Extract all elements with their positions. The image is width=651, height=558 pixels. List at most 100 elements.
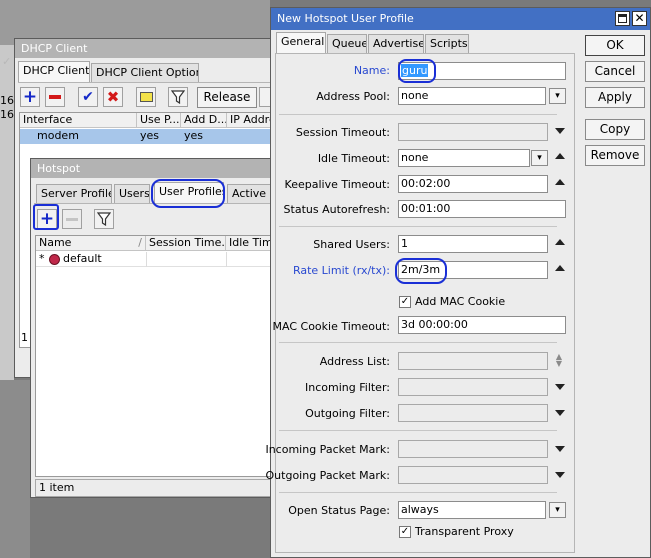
close-icon: ✕ <box>634 11 645 25</box>
check-icon: ✔ <box>82 89 94 105</box>
incoming-filter-expand-icon[interactable] <box>555 384 565 390</box>
cancel-button[interactable]: Cancel <box>585 61 645 82</box>
column-header-session-timeout[interactable]: Session Time... <box>146 236 226 251</box>
separator <box>279 492 557 493</box>
tab-divider <box>18 82 276 83</box>
column-header-interface[interactable]: Interface <box>20 113 137 128</box>
dropdown-icon: ▾ <box>537 153 542 163</box>
incoming-packet-mark-expand-icon[interactable] <box>555 446 565 452</box>
status-autorefresh-label: Status Autorefresh: <box>283 203 390 216</box>
session-timeout-field[interactable] <box>398 123 548 141</box>
annotation-circle-user-profiles <box>151 179 225 208</box>
address-list-spinner-icon[interactable]: ▲ ▼ <box>553 353 565 369</box>
minus-icon <box>49 95 61 99</box>
address-list-field[interactable] <box>398 352 548 370</box>
dhcp-footer-count: 1 <box>21 331 28 344</box>
column-header-name[interactable]: Name / <box>36 236 146 251</box>
address-pool-label: Address Pool: <box>316 90 390 103</box>
disable-button[interactable]: ✖ <box>103 87 123 107</box>
filter-icon <box>97 212 111 226</box>
tab-advertise[interactable]: Advertise <box>368 34 424 53</box>
sort-icon: / <box>138 236 142 249</box>
tab-users[interactable]: Users <box>114 184 150 203</box>
tab-queue[interactable]: Queue <box>327 34 367 53</box>
user-profiles-table: Name/ Session Time... Idle Time * defaul… <box>35 235 271 477</box>
shared-users-collapse-icon[interactable] <box>555 239 565 245</box>
outgoing-packet-mark-expand-icon[interactable] <box>555 472 565 478</box>
table-row[interactable]: * default <box>36 252 270 267</box>
enable-button[interactable]: ✔ <box>78 87 98 107</box>
profile-icon <box>49 254 60 265</box>
copy-button[interactable]: Copy <box>585 119 645 140</box>
filter-button[interactable] <box>168 87 188 107</box>
open-status-page-label: Open Status Page: <box>288 504 390 517</box>
name-label: Name: <box>353 64 390 77</box>
hotspot-titlebar[interactable]: Hotspot <box>31 159 271 178</box>
dhcp-client-titlebar[interactable]: DHCP Client <box>15 39 278 58</box>
tab-active[interactable]: Active <box>227 184 271 203</box>
remove-profile-button[interactable] <box>62 209 82 229</box>
apply-button[interactable]: Apply <box>585 87 645 108</box>
plus-icon: + <box>22 87 38 107</box>
new-hotspot-user-profile-dialog: New Hotspot User Profile ✕ General Queue… <box>265 7 651 558</box>
incoming-packet-mark-field[interactable] <box>398 440 548 458</box>
tab-general[interactable]: General <box>276 32 326 53</box>
comment-button[interactable] <box>136 87 156 107</box>
transparent-proxy-checkbox[interactable]: ✓ <box>399 526 411 538</box>
keepalive-timeout-field[interactable]: 00:02:00 <box>398 175 548 193</box>
tab-dhcp-client-options[interactable]: DHCP Client Options <box>91 63 199 82</box>
outgoing-filter-label: Outgoing Filter: <box>305 407 390 420</box>
edge-digit: 16 <box>0 94 14 107</box>
check-mark-faded: ✓ <box>2 55 12 68</box>
remove-button[interactable] <box>45 87 65 107</box>
address-pool-dropdown-button[interactable]: ▾ <box>549 88 566 104</box>
open-status-page-dropdown-button[interactable]: ▾ <box>549 502 566 518</box>
shared-users-label: Shared Users: <box>313 238 390 251</box>
shared-users-field[interactable]: 1 <box>398 235 548 253</box>
outgoing-filter-expand-icon[interactable] <box>555 410 565 416</box>
status-autorefresh-field[interactable]: 00:01:00 <box>398 200 566 218</box>
outgoing-filter-field[interactable] <box>398 404 548 422</box>
hotspot-window: Hotspot Server Profiles Users User Profi… <box>30 158 272 498</box>
maximize-button[interactable] <box>615 11 630 26</box>
close-button[interactable]: ✕ <box>632 11 647 26</box>
tab-scripts[interactable]: Scripts <box>425 34 469 53</box>
outgoing-packet-mark-field[interactable] <box>398 466 548 484</box>
minus-icon <box>66 217 78 221</box>
idle-timeout-select[interactable]: none <box>398 149 530 167</box>
tab-dhcp-client[interactable]: DHCP Client <box>18 61 90 82</box>
ok-button[interactable]: OK <box>585 35 645 56</box>
filter-button[interactable] <box>94 209 114 229</box>
remove-button[interactable]: Remove <box>585 145 645 166</box>
keepalive-timeout-collapse-icon[interactable] <box>555 179 565 185</box>
check-icon: ✓ <box>400 296 410 307</box>
session-timeout-expand-icon[interactable] <box>555 128 565 134</box>
idle-timeout-dropdown-button[interactable]: ▾ <box>531 150 548 166</box>
dialog-titlebar[interactable]: New Hotspot User Profile <box>271 8 650 30</box>
dropdown-icon: ▾ <box>555 91 560 101</box>
column-header-idle-timeout[interactable]: Idle Time <box>226 236 270 251</box>
open-status-page-select[interactable]: always <box>398 501 546 519</box>
idle-timeout-collapse-icon[interactable] <box>555 153 565 159</box>
incoming-packet-mark-label: Incoming Packet Mark: <box>265 443 390 456</box>
rate-limit-collapse-icon[interactable] <box>555 265 565 271</box>
desktop-bottom-strip <box>0 380 30 558</box>
cell-use-peer-dns: yes <box>140 129 160 142</box>
incoming-filter-field[interactable] <box>398 378 548 396</box>
cell-add-default-route: yes <box>184 129 204 142</box>
mac-cookie-timeout-label: MAC Cookie Timeout: <box>272 320 390 333</box>
add-mac-cookie-checkbox[interactable]: ✓ <box>399 296 411 308</box>
separator <box>279 342 557 343</box>
address-pool-select[interactable]: none <box>398 87 546 105</box>
release-button[interactable]: Release <box>197 87 257 108</box>
add-button[interactable]: + <box>20 87 40 107</box>
column-header-use-peer-dns[interactable]: Use P... <box>137 113 181 128</box>
session-timeout-label: Session Timeout: <box>295 126 390 139</box>
table-row[interactable]: modem yes yes <box>20 129 276 144</box>
tab-server-profiles[interactable]: Server Profiles <box>36 184 112 203</box>
address-list-label: Address List: <box>319 355 390 368</box>
column-header-add-default-route[interactable]: Add D... <box>181 113 227 128</box>
check-icon: ✓ <box>400 526 410 537</box>
mac-cookie-timeout-field[interactable]: 3d 00:00:00 <box>398 316 566 334</box>
idle-timeout-label: Idle Timeout: <box>317 152 390 165</box>
